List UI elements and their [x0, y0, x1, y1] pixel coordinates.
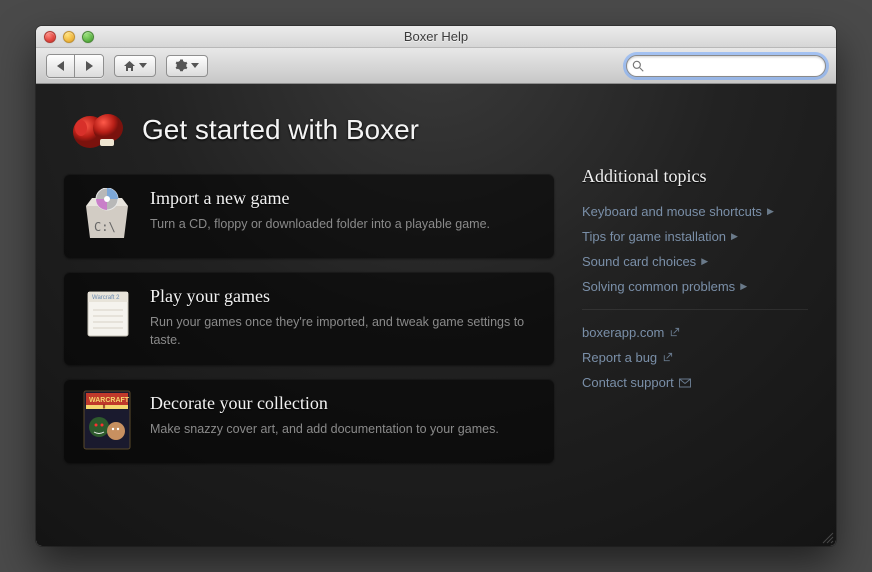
back-button[interactable]	[47, 55, 75, 77]
gear-icon	[175, 59, 188, 72]
toolbar	[36, 48, 836, 84]
mail-icon	[679, 378, 691, 388]
topic-link[interactable]: Sound card choices▶	[582, 249, 808, 274]
card-title: Decorate your collection	[150, 393, 499, 414]
chevron-right-icon: ▶	[740, 281, 747, 292]
help-window: Boxer Help	[36, 26, 836, 546]
chevron-down-icon	[139, 63, 147, 68]
home-menu-button[interactable]	[114, 55, 156, 77]
external-link-icon	[662, 352, 673, 363]
external-link[interactable]: Report a bug	[582, 345, 808, 370]
external-link[interactable]: boxerapp.com	[582, 320, 808, 345]
nav-segment	[46, 54, 104, 78]
topic-link[interactable]: Tips for game installation▶	[582, 224, 808, 249]
card-title: Play your games	[150, 286, 538, 307]
card-desc: Turn a CD, floppy or downloaded folder i…	[150, 215, 490, 233]
card-decorate-collection[interactable]: WARCRAFT II Decorate your collection	[64, 379, 554, 463]
chevron-left-icon	[57, 61, 64, 71]
chevron-right-icon: ▶	[731, 231, 738, 242]
action-menu-button[interactable]	[166, 55, 208, 77]
forward-button[interactable]	[75, 55, 103, 77]
search-input[interactable]	[649, 59, 819, 73]
topic-link[interactable]: Solving common problems▶	[582, 274, 808, 299]
play-games-icon: Warcraft 2	[80, 286, 134, 340]
chevron-down-icon	[191, 63, 199, 68]
topic-list: Keyboard and mouse shortcuts▶ Tips for g…	[582, 199, 808, 299]
card-import-game[interactable]: C:\ Import a new game Turn a CD, floppy …	[64, 174, 554, 258]
window-title: Boxer Help	[36, 29, 836, 44]
zoom-window-button[interactable]	[82, 31, 94, 43]
minimize-window-button[interactable]	[63, 31, 75, 43]
card-desc: Make snazzy cover art, and add documenta…	[150, 420, 499, 438]
decorate-collection-icon: WARCRAFT II	[80, 393, 134, 447]
svg-text:WARCRAFT: WARCRAFT	[89, 397, 130, 404]
import-game-icon: C:\	[80, 188, 134, 242]
chevron-right-icon	[86, 61, 93, 71]
search-icon	[631, 59, 645, 73]
content-area: Get started with Boxer C:\	[36, 84, 836, 546]
boxing-gloves-icon	[70, 106, 126, 154]
home-icon	[123, 60, 136, 72]
main-column: Get started with Boxer C:\	[64, 106, 554, 528]
external-link-icon	[669, 327, 680, 338]
external-link-list: boxerapp.com Report a bug Contact suppor…	[582, 320, 808, 395]
card-desc: Run your games once they're imported, an…	[150, 313, 538, 349]
topic-link[interactable]: Keyboard and mouse shortcuts▶	[582, 199, 808, 224]
chevron-right-icon: ▶	[767, 206, 774, 217]
svg-text:C:\: C:\	[94, 220, 116, 234]
sidebar: Additional topics Keyboard and mouse sho…	[582, 106, 808, 528]
resize-handle[interactable]	[820, 530, 834, 544]
search-field[interactable]	[626, 55, 826, 77]
svg-text:Warcraft 2: Warcraft 2	[92, 295, 120, 301]
traffic-lights	[36, 31, 94, 43]
page-header: Get started with Boxer	[70, 106, 554, 154]
sidebar-heading: Additional topics	[582, 166, 808, 187]
card-play-games[interactable]: Warcraft 2 Play your games Run your game…	[64, 272, 554, 365]
page-title: Get started with Boxer	[142, 114, 419, 146]
chevron-right-icon: ▶	[701, 256, 708, 267]
close-window-button[interactable]	[44, 31, 56, 43]
titlebar: Boxer Help	[36, 26, 836, 48]
card-title: Import a new game	[150, 188, 490, 209]
external-link[interactable]: Contact support	[582, 370, 808, 395]
